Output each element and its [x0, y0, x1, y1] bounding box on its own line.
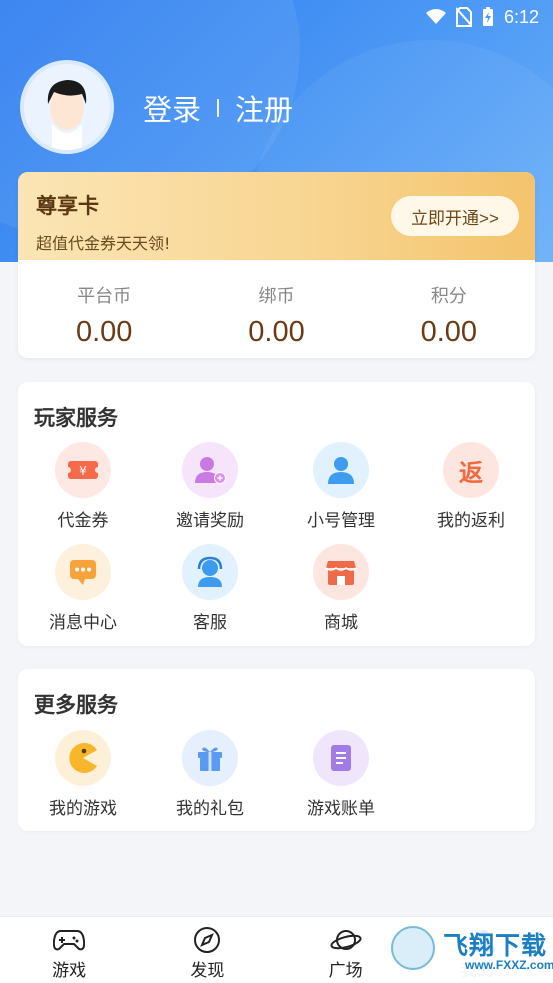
tab-discover[interactable]: 发现: [138, 917, 276, 983]
vip-subtitle: 超值代金券天天领!: [36, 234, 171, 253]
gamepad-icon: [0, 925, 138, 955]
vip-title: 尊享卡: [36, 194, 99, 218]
rebate-icon: 返: [443, 442, 499, 498]
service-sub-account[interactable]: 小号管理: [276, 442, 406, 531]
compass-icon: [138, 925, 276, 955]
service-label: 客服: [193, 613, 227, 633]
voucher-icon: ¥: [55, 442, 111, 498]
store-icon: [313, 544, 369, 600]
login-link[interactable]: 登录: [143, 87, 201, 129]
account-icon: [313, 442, 369, 498]
balance-label: 平台币: [77, 286, 132, 307]
service-label: 游戏账单: [307, 799, 375, 819]
wifi-icon: [425, 9, 446, 24]
section-title: 玩家服务: [34, 406, 118, 430]
service-label: 小号管理: [307, 511, 375, 531]
player-services-section: 玩家服务 ¥ 代金券 邀请奖励 小号管理 返 我的返利 消息中心 客服 商城: [18, 382, 535, 646]
status-bar: 6:12: [425, 6, 539, 28]
game-icon: [55, 730, 111, 786]
service-my-games[interactable]: 我的游戏: [18, 730, 148, 819]
login-register: 登录 注册: [143, 88, 293, 128]
service-rebate[interactable]: 返 我的返利: [406, 442, 536, 531]
section-title: 更多服务: [34, 693, 118, 717]
service-label: 我的返利: [437, 511, 505, 531]
service-label: 商城: [324, 613, 358, 633]
rebate-glyph: 返: [459, 458, 483, 487]
tab-games[interactable]: 游戏: [0, 917, 138, 983]
more-services-section: 更多服务 我的游戏 我的礼包 游戏账单: [18, 669, 535, 831]
service-invite[interactable]: 邀请奖励: [145, 442, 275, 531]
balance-label: 积分: [430, 286, 467, 307]
tab-label: 游戏: [52, 961, 87, 981]
service-label: 我的游戏: [49, 799, 117, 819]
service-my-gifts[interactable]: 我的礼包: [145, 730, 275, 819]
status-time: 6:12: [503, 6, 539, 27]
service-message-center[interactable]: 消息中心: [18, 544, 148, 633]
service-store[interactable]: 商城: [276, 544, 406, 633]
service-voucher[interactable]: ¥ 代金券: [18, 442, 148, 531]
balance-value: 0.00: [420, 316, 478, 348]
service-game-bill[interactable]: 游戏账单: [276, 730, 406, 819]
service-label: 消息中心: [49, 613, 117, 633]
gift-icon: [182, 730, 238, 786]
service-label: 我的礼包: [176, 799, 244, 819]
battery-charging-icon: [482, 7, 493, 26]
vip-card: 尊享卡 超值代金券天天领! 立即开通>> 平台币 0.00 绑币 0.00 积分…: [18, 172, 535, 358]
watermark: 飞翔下载 www.FXXZ.com: [387, 920, 553, 978]
balance-value: 0.00: [75, 316, 133, 348]
register-link[interactable]: 注册: [235, 87, 293, 129]
watermark-url: www.FXXZ.com: [465, 958, 553, 972]
vip-banner[interactable]: 尊享卡 超值代金券天天领! 立即开通>>: [18, 172, 535, 260]
watermark-text: 飞翔下载: [443, 931, 548, 960]
service-customer-service[interactable]: 客服: [145, 544, 275, 633]
divider: [217, 99, 220, 117]
invite-user-icon: [182, 442, 238, 498]
message-icon: [55, 544, 111, 600]
balance-platform-coin[interactable]: 平台币 0.00: [18, 260, 190, 358]
balance-label: 绑币: [258, 286, 295, 307]
avatar-icon: [24, 64, 110, 150]
balances: 平台币 0.00 绑币 0.00 积分 0.00: [18, 260, 535, 358]
vip-open-button[interactable]: 立即开通>>: [391, 196, 519, 236]
service-label: 邀请奖励: [176, 511, 244, 531]
bill-icon: [313, 730, 369, 786]
customer-service-icon: [182, 544, 238, 600]
balance-bound-coin[interactable]: 绑币 0.00: [190, 260, 362, 358]
avatar[interactable]: [20, 60, 114, 154]
balance-points[interactable]: 积分 0.00: [363, 260, 535, 358]
svg-text:¥: ¥: [79, 464, 87, 478]
no-sim-icon: [455, 7, 472, 27]
watermark-logo: [391, 926, 435, 970]
tab-label: 发现: [190, 961, 225, 981]
service-label: 代金券: [57, 511, 109, 531]
balance-value: 0.00: [248, 316, 305, 348]
